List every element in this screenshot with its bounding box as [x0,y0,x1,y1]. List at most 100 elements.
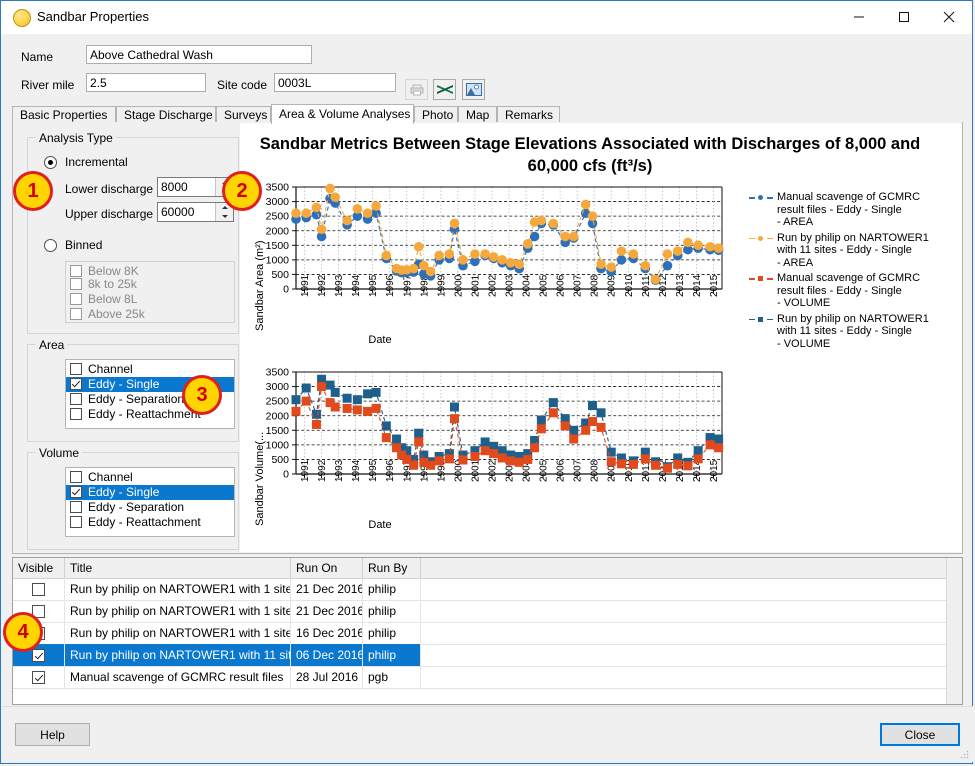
area-checkbox-eddy-single[interactable] [70,378,82,390]
upper-discharge-down-icon[interactable] [216,212,233,221]
bin-checkbox-above-25k[interactable] [70,308,82,320]
svg-text:2007: 2007 [573,459,584,482]
table-row[interactable]: Run by philip on NARTOWER1 with 1 site 21… [13,578,962,601]
volume-checkbox-channel[interactable] [70,471,82,483]
print-icon-button[interactable] [405,79,428,100]
area-chart: Sandbar Area (m²) 0 500 1000 1500 2000 2500 30… [240,179,740,354]
visible-checkbox[interactable] [32,582,45,596]
results-grid-scrollbar[interactable] [946,558,962,704]
chart-icon-button[interactable] [433,79,456,100]
row-visible-cell[interactable] [13,578,65,600]
volume-checkbox-eddy-single[interactable] [70,486,82,498]
binned-listbox[interactable]: Below 8K 8k to 25k Below 8L Above 25k [65,261,235,323]
table-row[interactable]: Run by philip on NARTOWER1 with 1 site 21… [13,600,962,623]
site-code-input[interactable] [274,73,396,92]
area-label-eddy-separation: Eddy - Separation [88,392,185,406]
svg-text:1995: 1995 [368,274,379,297]
tab-map[interactable]: Map [458,106,497,123]
bin-item-below-8l[interactable]: Below 8L [66,292,234,307]
row-run-on-cell: 21 Dec 2016 [291,578,363,600]
svg-text:500: 500 [271,269,289,281]
bin-checkbox-8k-to-25k[interactable] [70,278,82,290]
column-header-title[interactable]: Title [65,558,291,578]
volume-item-eddy-single[interactable]: Eddy - Single [66,485,234,500]
legend-label: Run by philip on NARTOWER1 with 11 sites … [777,231,929,269]
row-run-by-cell: philip [363,644,421,666]
maximize-button[interactable] [881,1,926,33]
row-run-by-cell: philip [363,622,421,644]
row-title-cell: Run by philip on NARTOWER1 with 1 site [65,600,291,622]
volume-checkbox-eddy-reattachment[interactable] [70,516,82,528]
column-header-visible[interactable]: Visible [13,558,65,578]
column-header-run-on[interactable]: Run On [291,558,363,578]
tab-area-volume-analyses[interactable]: Area & Volume Analyses [271,104,414,124]
resize-grip-icon[interactable] [959,749,969,759]
help-button[interactable]: Help [15,723,90,746]
row-title-cell: Run by philip on NARTOWER1 with 1 site [65,578,291,600]
radio-incremental[interactable] [44,156,57,169]
name-input[interactable] [86,45,312,64]
volume-chart-svg: 0 500 1000 1500 2000 2500 3000 3500 1991 1992 1993… [266,367,724,482]
table-row[interactable]: Manual scavenge of GCMRC result files 28 … [13,666,962,689]
visible-checkbox[interactable] [32,670,45,684]
visible-checkbox[interactable] [32,648,45,662]
table-row[interactable]: Run by philip on NARTOWER1 with 11 sites… [13,644,962,667]
area-checkbox-eddy-separation[interactable] [70,393,82,405]
area-chart-ylabel: Sandbar Area (m²) [254,240,266,331]
svg-text:1500: 1500 [266,240,290,252]
volume-item-eddy-separation[interactable]: Eddy - Separation [66,500,234,515]
lower-discharge-input[interactable] [158,178,218,196]
row-visible-cell[interactable] [13,666,65,688]
upper-discharge-input[interactable] [158,203,218,221]
area-checkbox-channel[interactable] [70,363,82,375]
area-item-channel[interactable]: Channel [66,362,234,377]
results-grid[interactable]: Visible Title Run On Run By Run by phili… [12,557,963,705]
table-row[interactable]: Run by philip on NARTOWER1 with 1 site 16… [13,622,962,645]
legend-marker-icon [749,276,773,281]
volume-item-eddy-reattachment[interactable]: Eddy - Reattachment [66,515,234,530]
annotation-badge-2: 2 [222,171,262,211]
tab-basic-properties[interactable]: Basic Properties [12,106,116,123]
close-button[interactable]: Close [880,723,960,746]
annotation-badge-3: 3 [182,375,222,415]
river-mile-input[interactable] [86,73,206,92]
dialog-footer: Help Close [2,706,973,762]
volume-listbox[interactable]: Channel Eddy - Single Eddy - Separation … [65,467,235,537]
bin-checkbox-below-8l[interactable] [70,293,82,305]
volume-checkbox-eddy-separation[interactable] [70,501,82,513]
bin-label-8k-to-25k: 8k to 25k [88,277,137,291]
minimize-button[interactable] [836,1,881,33]
radio-binned[interactable] [44,239,57,252]
area-checkbox-eddy-reattachment[interactable] [70,408,82,420]
area-group-title: Area [36,338,68,352]
sandbar-properties-window: Sandbar Properties Name River mile Site … [0,0,973,764]
river-mile-label: River mile [21,78,75,92]
bin-checkbox-below-8k[interactable] [70,265,82,277]
tab-photo[interactable]: Photo [414,106,458,123]
svg-text:2011: 2011 [641,275,652,297]
tab-stage-discharge[interactable]: Stage Discharge [116,106,216,123]
svg-text:0: 0 [283,469,289,481]
svg-text:3500: 3500 [266,182,290,194]
volume-item-channel[interactable]: Channel [66,470,234,485]
upper-discharge-spinner[interactable] [157,202,234,222]
window-title: Sandbar Properties [37,9,150,24]
volume-chart: Sandbar Volume(... 0 500 1000 1500 2000 2500 3… [240,364,740,539]
row-run-by-cell: philip [363,578,421,600]
svg-text:1992: 1992 [317,274,328,297]
row-run-on-cell: 06 Dec 2016 [291,644,363,666]
area-chart-xlabel: Date [368,334,392,346]
close-icon-button[interactable] [926,1,971,33]
svg-text:2009: 2009 [607,274,618,297]
tab-remarks[interactable]: Remarks [497,106,560,123]
image-icon-button[interactable] [462,79,485,100]
legend-entry: Run by philip on NARTOWER1 with 11 sites … [749,232,949,270]
svg-text:2008: 2008 [590,459,601,482]
bin-item-8k-to-25k[interactable]: 8k to 25k [66,277,234,292]
bin-item-above-25k[interactable]: Above 25k [66,307,234,322]
column-header-run-by[interactable]: Run By [363,558,421,578]
svg-text:2015: 2015 [709,459,720,482]
tab-surveys[interactable]: Surveys [216,106,271,123]
lower-discharge-label: Lower discharge [65,182,154,196]
results-grid-header: Visible Title Run On Run By [13,558,962,579]
